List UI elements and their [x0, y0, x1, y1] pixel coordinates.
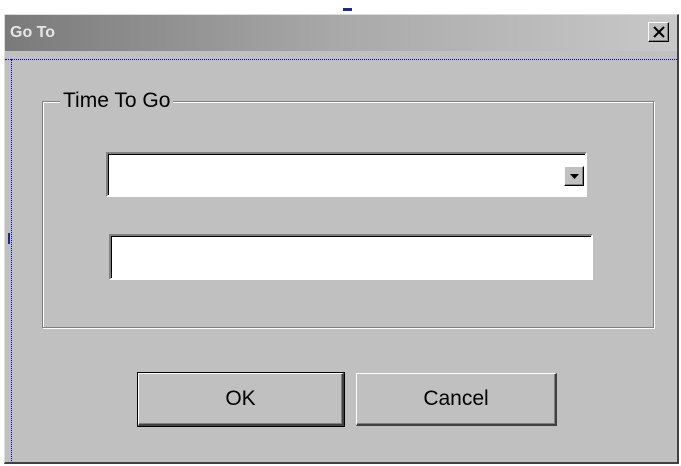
title-bar[interactable]: Go To	[5, 15, 677, 51]
go-to-dialog: Go To Time To Go OK Cancel	[4, 14, 679, 464]
focus-outline-top	[5, 59, 677, 60]
groupbox-label: Time To Go	[60, 89, 174, 113]
ok-button[interactable]: OK	[137, 372, 345, 427]
close-icon	[653, 26, 665, 38]
focus-outline-left	[11, 59, 12, 462]
cancel-button[interactable]: Cancel	[356, 373, 557, 426]
time-input[interactable]	[109, 234, 593, 280]
close-button[interactable]	[648, 22, 669, 42]
window-title: Go To	[10, 24, 56, 41]
selection-marker-left	[8, 233, 10, 244]
time-combobox[interactable]	[106, 152, 587, 197]
time-to-go-groupbox	[42, 101, 654, 328]
chevron-down-icon	[570, 174, 579, 179]
selection-marker-top	[343, 8, 352, 11]
combobox-dropdown-button[interactable]	[564, 166, 584, 186]
